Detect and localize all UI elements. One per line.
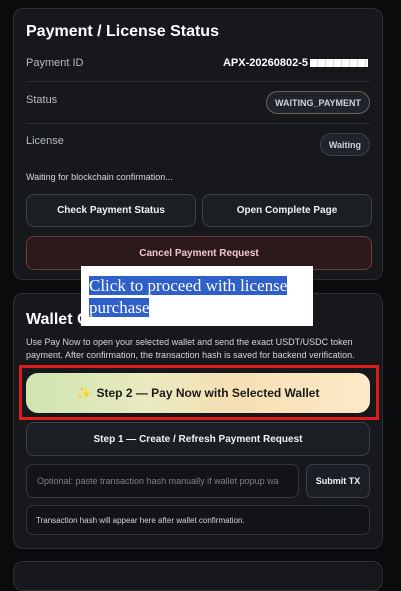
divider <box>26 81 370 82</box>
submit-tx-button[interactable]: Submit TX <box>306 464 370 498</box>
confirmation-note: Waiting for blockchain confirmation... <box>26 172 173 182</box>
status-label: Status <box>26 94 58 106</box>
license-badge: Waiting <box>319 133 370 156</box>
payment-status-card: Payment / License Status Payment ID APX-… <box>13 8 383 280</box>
wallet-card-title: Wallet C <box>26 311 89 328</box>
instruction-tooltip: Click to proceed with license purchase <box>81 266 313 326</box>
status-card-title: Payment / License Status <box>26 23 219 40</box>
pay-now-label: Step 2 — Pay Now with Selected Wallet <box>96 386 320 400</box>
divider <box>26 123 370 124</box>
cancel-payment-request-button[interactable]: Cancel Payment Request <box>26 236 372 270</box>
wallet-description: Use Pay Now to open your selected wallet… <box>26 337 355 360</box>
redaction-bar <box>310 59 368 68</box>
payment-id-value: APX-20260802-5 <box>223 57 368 69</box>
status-badge: WAITING_PAYMENT <box>265 91 370 114</box>
sparkle-icon: ✨ <box>76 386 92 400</box>
check-payment-status-button[interactable]: Check Payment Status <box>26 194 196 227</box>
tooltip-text: Click to proceed with license purchase <box>89 276 288 317</box>
create-payment-request-button[interactable]: Step 1 — Create / Refresh Payment Reques… <box>26 422 370 456</box>
payment-id-label: Payment ID <box>26 57 84 69</box>
next-card <box>13 561 383 591</box>
pay-now-button[interactable]: ✨ Step 2 — Pay Now with Selected Wallet <box>26 373 370 413</box>
wallet-checkout-card: Wallet C Use Pay Now to open your select… <box>13 293 383 549</box>
open-complete-page-button[interactable]: Open Complete Page <box>202 194 372 227</box>
tx-hash-status: Transaction hash will appear here after … <box>26 505 370 535</box>
license-label: License <box>26 135 64 147</box>
tx-hash-input[interactable] <box>26 464 299 498</box>
